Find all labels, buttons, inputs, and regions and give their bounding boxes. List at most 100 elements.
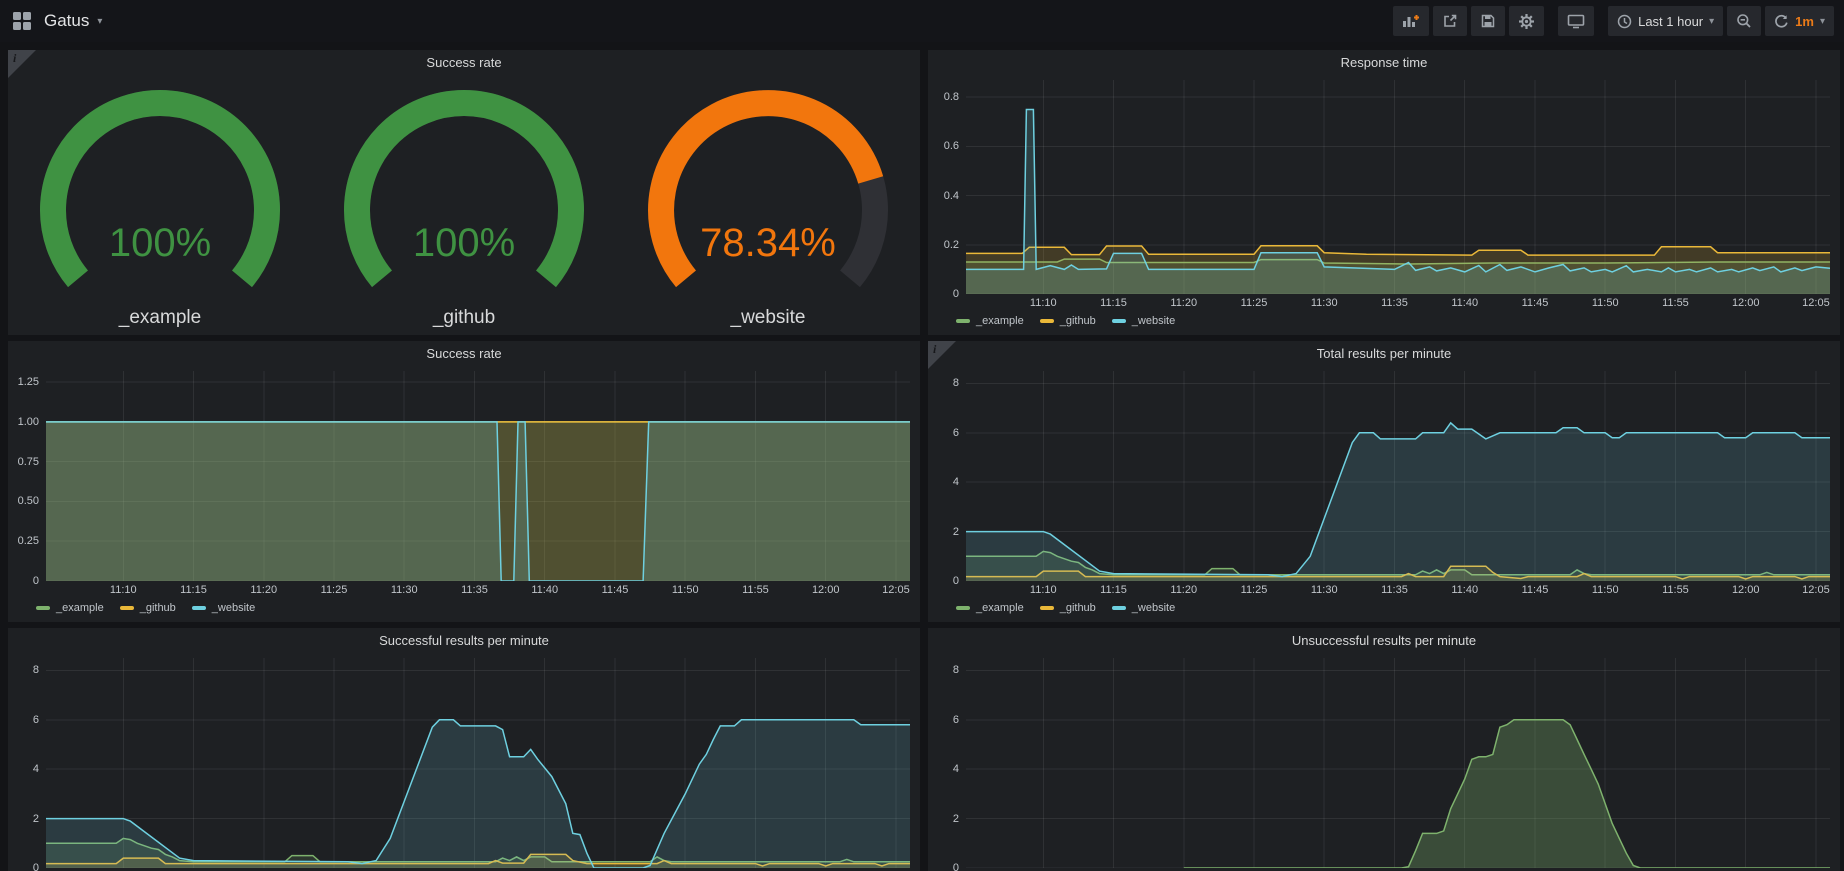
- legend-swatch: [192, 606, 206, 610]
- gauge-label: _example: [8, 307, 312, 329]
- plot-area[interactable]: [966, 371, 1830, 581]
- legend-item-_github[interactable]: _github: [120, 602, 176, 614]
- y-axis: 02468: [16, 658, 46, 868]
- legend-item-_example[interactable]: _example: [36, 602, 104, 614]
- legend-label: _github: [1060, 602, 1096, 614]
- caret-down-icon: ▾: [1820, 16, 1825, 27]
- x-tick-label: 12:05: [1802, 584, 1830, 596]
- legend-item-_example[interactable]: _example: [956, 602, 1024, 614]
- zoom-out-icon: [1736, 13, 1752, 29]
- share-icon: [1442, 13, 1458, 29]
- panel-successful-results: Successful results per minute 02468 11:1…: [8, 628, 920, 871]
- x-tick-label: 11:35: [461, 584, 488, 596]
- x-tick-label: 11:55: [1662, 297, 1689, 309]
- x-tick-label: 11:20: [1170, 297, 1197, 309]
- dashboard-title: Gatus: [44, 11, 89, 31]
- save-button[interactable]: [1471, 6, 1505, 36]
- y-tick-label: 2: [33, 813, 39, 825]
- add-panel-button[interactable]: [1393, 6, 1429, 36]
- refresh-picker[interactable]: 1m ▾: [1765, 6, 1834, 36]
- x-tick-label: 12:05: [1802, 297, 1830, 309]
- panel-info-icon[interactable]: i: [8, 50, 36, 78]
- panel-title[interactable]: Successful results per minute: [8, 628, 920, 654]
- y-axis: 02468: [936, 371, 966, 581]
- x-axis: 11:1011:1511:2011:2511:3011:3511:4011:45…: [966, 294, 1830, 311]
- x-tick-label: 11:15: [1100, 584, 1127, 596]
- apps-grid-icon[interactable]: [12, 11, 32, 31]
- panel-title[interactable]: Success rate: [8, 341, 920, 367]
- clock-icon: [1617, 14, 1632, 29]
- y-tick-label: 4: [953, 763, 959, 775]
- y-tick-label: 2: [953, 813, 959, 825]
- x-tick-label: 11:25: [1241, 297, 1268, 309]
- x-tick-label: 11:10: [1030, 584, 1057, 596]
- x-tick-label: 11:20: [250, 584, 277, 596]
- y-tick-label: 0.50: [18, 495, 39, 507]
- legend-item-_github[interactable]: _github: [1040, 602, 1096, 614]
- panel-title[interactable]: Response time: [928, 50, 1840, 76]
- legend-swatch: [956, 606, 970, 610]
- legend-swatch: [1112, 606, 1126, 610]
- panel-total-results: i Total results per minute 02468 11:10 11…: [928, 341, 1840, 622]
- panel-info-icon[interactable]: i: [928, 341, 956, 369]
- x-tick-label: 12:00: [812, 584, 840, 596]
- legend: _example _github _website: [956, 598, 1830, 618]
- x-tick-label: 11:40: [1451, 584, 1478, 596]
- legend-swatch: [120, 606, 134, 610]
- dashboard-title-dropdown[interactable]: Gatus ▾: [44, 11, 102, 31]
- y-tick-label: 0: [33, 575, 39, 587]
- y-axis: 00.250.500.751.001.25: [16, 371, 46, 581]
- legend-item-_website[interactable]: _website: [1112, 315, 1175, 327]
- x-tick-label: 11:45: [1522, 297, 1549, 309]
- legend-item-_github[interactable]: _github: [1040, 315, 1096, 327]
- legend-swatch: [956, 319, 970, 323]
- x-tick-label: 11:15: [1100, 297, 1127, 309]
- plot-svg: [966, 658, 1830, 868]
- gauge-row: 100%_example100%_github78.34%_website: [8, 76, 920, 335]
- cycle-view-button[interactable]: [1558, 6, 1594, 36]
- gear-icon: [1518, 13, 1535, 30]
- x-tick-label: 11:50: [1592, 297, 1619, 309]
- y-tick-label: 6: [953, 714, 959, 726]
- y-tick-label: 1.00: [18, 416, 39, 428]
- plot-area[interactable]: [46, 658, 910, 868]
- plot-svg: [46, 658, 910, 868]
- settings-button[interactable]: [1509, 6, 1544, 36]
- y-tick-label: 4: [33, 763, 39, 775]
- panel-title[interactable]: Total results per minute: [928, 341, 1840, 367]
- y-tick-label: 0.4: [944, 190, 959, 202]
- legend-item-_website[interactable]: _website: [192, 602, 255, 614]
- dashboard-grid: i Success rate 100%_example100%_github78…: [0, 42, 1844, 871]
- legend-label: _website: [1132, 315, 1175, 327]
- plot-area[interactable]: [966, 80, 1830, 294]
- x-tick-label: 11:30: [1311, 584, 1338, 596]
- series-fill-_website: [966, 423, 1830, 581]
- plot-svg: [966, 80, 1830, 294]
- legend-item-_example[interactable]: _example: [956, 315, 1024, 327]
- y-tick-label: 6: [953, 427, 959, 439]
- time-range-label: Last 1 hour: [1638, 14, 1703, 29]
- x-tick-label: 11:45: [602, 584, 629, 596]
- y-tick-label: 0.25: [18, 535, 39, 547]
- x-tick-label: 11:35: [1381, 584, 1408, 596]
- gauge-label: _github: [312, 307, 616, 329]
- share-button[interactable]: [1433, 6, 1467, 36]
- time-range-picker[interactable]: Last 1 hour ▾: [1608, 6, 1723, 36]
- panel-title[interactable]: Unsuccessful results per minute: [928, 628, 1840, 654]
- x-tick-label: 11:55: [742, 584, 769, 596]
- legend-swatch: [1040, 319, 1054, 323]
- panel-unsuccessful-results: Unsuccessful results per minute 02468 11…: [928, 628, 1840, 871]
- gauge-value: 78.34%: [700, 221, 836, 265]
- add-panel-icon: [1402, 13, 1420, 29]
- plot-area[interactable]: [966, 658, 1830, 868]
- y-tick-label: 1.25: [18, 376, 39, 388]
- plot-area[interactable]: [46, 371, 910, 581]
- zoom-out-button[interactable]: [1727, 6, 1761, 36]
- legend-label: _example: [56, 602, 104, 614]
- panel-title[interactable]: Success rate: [8, 50, 920, 76]
- legend-item-_website[interactable]: _website: [1112, 602, 1175, 614]
- legend-swatch: [1040, 606, 1054, 610]
- x-tick-label: 11:50: [1592, 584, 1619, 596]
- legend-label: _website: [212, 602, 255, 614]
- series-fill-_website: [46, 720, 910, 868]
